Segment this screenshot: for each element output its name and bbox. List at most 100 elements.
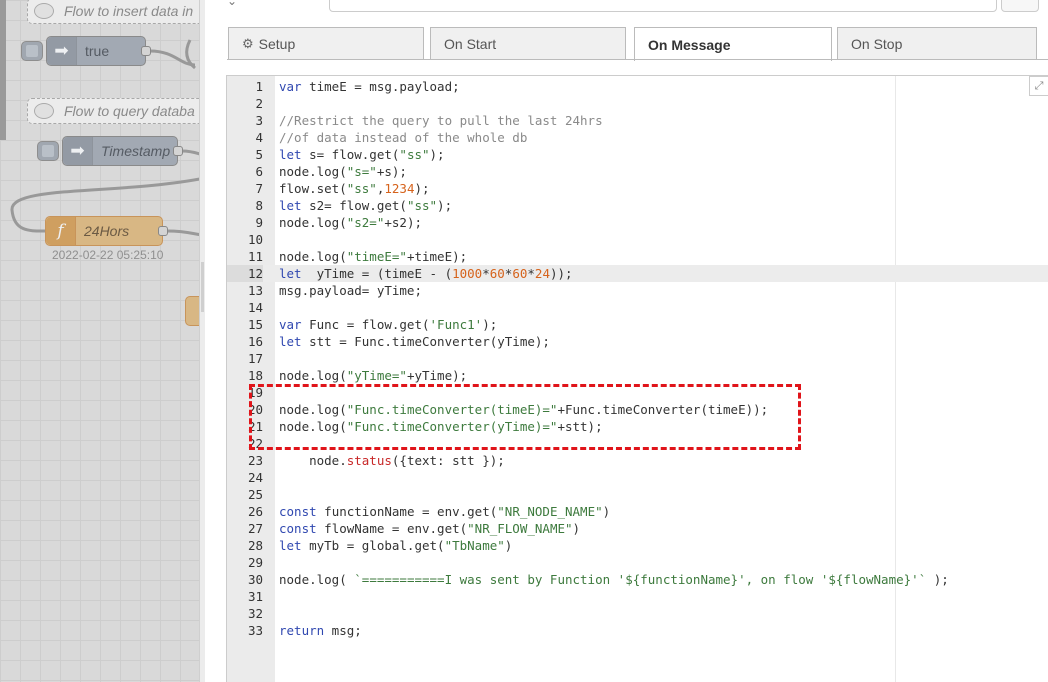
tab-label: Setup bbox=[258, 35, 296, 52]
line-number: 31 bbox=[247, 589, 263, 604]
arrow-right-icon: ➡ bbox=[63, 137, 93, 165]
line-number: 25 bbox=[247, 487, 263, 502]
code-text[interactable]: node.log("s="+s); bbox=[279, 163, 407, 180]
code-line[interactable]: 5 let s= flow.get("ss"); bbox=[227, 146, 1048, 163]
comment-node-insert[interactable]: Flow to insert data in bbox=[27, 0, 205, 24]
line-number: 22 bbox=[247, 436, 263, 451]
code-text[interactable]: const flowName = env.get("NR_FLOW_NAME") bbox=[279, 520, 580, 537]
code-line[interactable]: 30 node.log( `===========I was sent by Fu… bbox=[227, 571, 1048, 588]
code-line[interactable]: 17 bbox=[227, 350, 1048, 367]
code-text[interactable]: node.log("Func.timeConverter(yTime)="+st… bbox=[279, 418, 603, 435]
tab-on-start[interactable]: On Start bbox=[430, 27, 626, 59]
code-line[interactable]: 1 var timeE = msg.payload; bbox=[227, 78, 1048, 95]
inject-node-timestamp[interactable]: ➡ Timestamp bbox=[37, 136, 183, 166]
code-text[interactable]: let s= flow.get("ss"); bbox=[279, 146, 445, 163]
code-text[interactable]: let s2= flow.get("ss"); bbox=[279, 197, 452, 214]
splitter-grip[interactable] bbox=[201, 262, 204, 312]
code-line[interactable]: 29 bbox=[227, 554, 1048, 571]
code-line[interactable]: 23 node.status({text: stt }); bbox=[227, 452, 1048, 469]
code-editor[interactable]: 1 var timeE = msg.payload; 2 3//Restrict th… bbox=[226, 75, 1048, 682]
line-number: 21 bbox=[247, 419, 263, 434]
inject-node-true[interactable]: ➡ true bbox=[21, 36, 151, 66]
code-text[interactable]: const functionName = env.get("NR_NODE_NA… bbox=[279, 503, 610, 520]
code-text[interactable]: let stt = Func.timeConverter(yTime); bbox=[279, 333, 550, 350]
node-name-input[interactable] bbox=[329, 0, 997, 12]
output-port[interactable] bbox=[141, 46, 151, 56]
node-label: true bbox=[85, 43, 110, 59]
line-number: 19 bbox=[247, 385, 263, 400]
code-line[interactable]: 33 return msg; bbox=[227, 622, 1048, 639]
code-line[interactable]: 13 msg.payload= yTime; bbox=[227, 282, 1048, 299]
code-line[interactable]: 9 node.log("s2="+s2); bbox=[227, 214, 1048, 231]
code-text[interactable]: var timeE = msg.payload; bbox=[279, 78, 460, 95]
line-number: 33 bbox=[247, 623, 263, 638]
line-number: 12 bbox=[227, 265, 263, 282]
icon-select-button[interactable] bbox=[1001, 0, 1039, 12]
code-text[interactable]: //Restrict the query to pull the last 24… bbox=[279, 112, 603, 129]
code-line[interactable]: 32 bbox=[227, 605, 1048, 622]
code-line[interactable]: 6 node.log("s="+s); bbox=[227, 163, 1048, 180]
tab-setup[interactable]: ⚙ Setup bbox=[228, 27, 424, 59]
line-number: 7 bbox=[255, 181, 263, 196]
code-text[interactable]: let myTb = global.get("TbName") bbox=[279, 537, 512, 554]
code-line[interactable]: 15 var Func = flow.get('Func1'); bbox=[227, 316, 1048, 333]
code-line[interactable]: 18 node.log("yTime="+yTime); bbox=[227, 367, 1048, 384]
code-line[interactable]: 31 bbox=[227, 588, 1048, 605]
code-line[interactable]: 21 node.log("Func.timeConverter(yTime)="+… bbox=[227, 418, 1048, 435]
code-text[interactable]: node.status({text: stt }); bbox=[279, 452, 505, 469]
code-line[interactable]: 28 let myTb = global.get("TbName") bbox=[227, 537, 1048, 554]
line-number: 23 bbox=[247, 453, 263, 468]
code-line[interactable]: 10 bbox=[227, 231, 1048, 248]
code-text[interactable]: node.log("s2="+s2); bbox=[279, 214, 422, 231]
code-text[interactable]: flow.set("ss",1234); bbox=[279, 180, 430, 197]
code-line[interactable]: 24 bbox=[227, 469, 1048, 486]
line-number: 24 bbox=[247, 470, 263, 485]
code-text[interactable]: //of data instead of the whole db bbox=[279, 129, 527, 146]
line-number: 16 bbox=[247, 334, 263, 349]
code-text[interactable]: node.log( `===========I was sent by Func… bbox=[279, 571, 949, 588]
output-port[interactable] bbox=[158, 226, 168, 236]
code-line[interactable]: 8 let s2= flow.get("ss"); bbox=[227, 197, 1048, 214]
code-text[interactable]: var Func = flow.get('Func1'); bbox=[279, 316, 497, 333]
line-number: 10 bbox=[247, 232, 263, 247]
editor-tabs: ⚙ Setup On Start On Message On Stop bbox=[227, 27, 1037, 61]
node-label: Timestamp bbox=[101, 143, 171, 159]
comment-node-query[interactable]: Flow to query databa bbox=[27, 98, 205, 124]
inject-trigger-button[interactable] bbox=[37, 141, 59, 161]
flow-workspace[interactable]: Flow to insert data in ➡ true Flow to qu… bbox=[0, 0, 205, 682]
line-number: 1 bbox=[255, 79, 263, 94]
node-edit-panel: ⌄ ⚙ Setup On Start On Message On Stop 1 v… bbox=[205, 0, 1048, 682]
code-line[interactable]: 2 bbox=[227, 95, 1048, 112]
code-line[interactable]: 3 //Restrict the query to pull the last 2… bbox=[227, 112, 1048, 129]
code-text[interactable]: node.log("yTime="+yTime); bbox=[279, 367, 467, 384]
code-line[interactable]: 20 node.log("Func.timeConverter(timeE)="+… bbox=[227, 401, 1048, 418]
code-line[interactable]: 16 let stt = Func.timeConverter(yTime); bbox=[227, 333, 1048, 350]
node-label: 24Hors bbox=[84, 223, 130, 239]
code-line[interactable]: 14 bbox=[227, 299, 1048, 316]
code-line[interactable]: 12 let yTime = (timeE - (1000*60*60*24)); bbox=[227, 265, 1048, 282]
code-line[interactable]: 26 const functionName = env.get("NR_NODE_… bbox=[227, 503, 1048, 520]
code-line[interactable]: 4 //of data instead of the whole db bbox=[227, 129, 1048, 146]
code-text[interactable]: node.log("timeE="+timeE); bbox=[279, 248, 467, 265]
inject-trigger-button[interactable] bbox=[21, 41, 43, 61]
code-text[interactable]: return msg; bbox=[279, 622, 362, 639]
code-line[interactable]: 27 const flowName = env.get("NR_FLOW_NAME… bbox=[227, 520, 1048, 537]
expand-editor-icon[interactable]: ⤢ bbox=[1029, 76, 1048, 96]
code-line[interactable]: 19 bbox=[227, 384, 1048, 401]
line-number: 32 bbox=[247, 606, 263, 621]
output-port[interactable] bbox=[173, 146, 183, 156]
function-node-24hors[interactable]: f 24Hors bbox=[45, 216, 168, 246]
tab-on-stop[interactable]: On Stop bbox=[837, 27, 1037, 59]
tab-label: On Stop bbox=[851, 35, 903, 52]
code-line[interactable]: 11 node.log("timeE="+timeE); bbox=[227, 248, 1048, 265]
collapse-arrow-icon[interactable]: ⌄ bbox=[227, 0, 237, 8]
function-icon: f bbox=[46, 217, 76, 245]
code-text[interactable]: let yTime = (timeE - (1000*60*60*24)); bbox=[279, 265, 573, 282]
code-text[interactable]: node.log("Func.timeConverter(timeE)="+Fu… bbox=[279, 401, 768, 418]
code-text[interactable]: msg.payload= yTime; bbox=[279, 282, 422, 299]
code-line[interactable]: 7 flow.set("ss",1234); bbox=[227, 180, 1048, 197]
code-line[interactable]: 25 bbox=[227, 486, 1048, 503]
line-number: 29 bbox=[247, 555, 263, 570]
tab-on-message[interactable]: On Message bbox=[634, 27, 832, 61]
code-line[interactable]: 22 bbox=[227, 435, 1048, 452]
